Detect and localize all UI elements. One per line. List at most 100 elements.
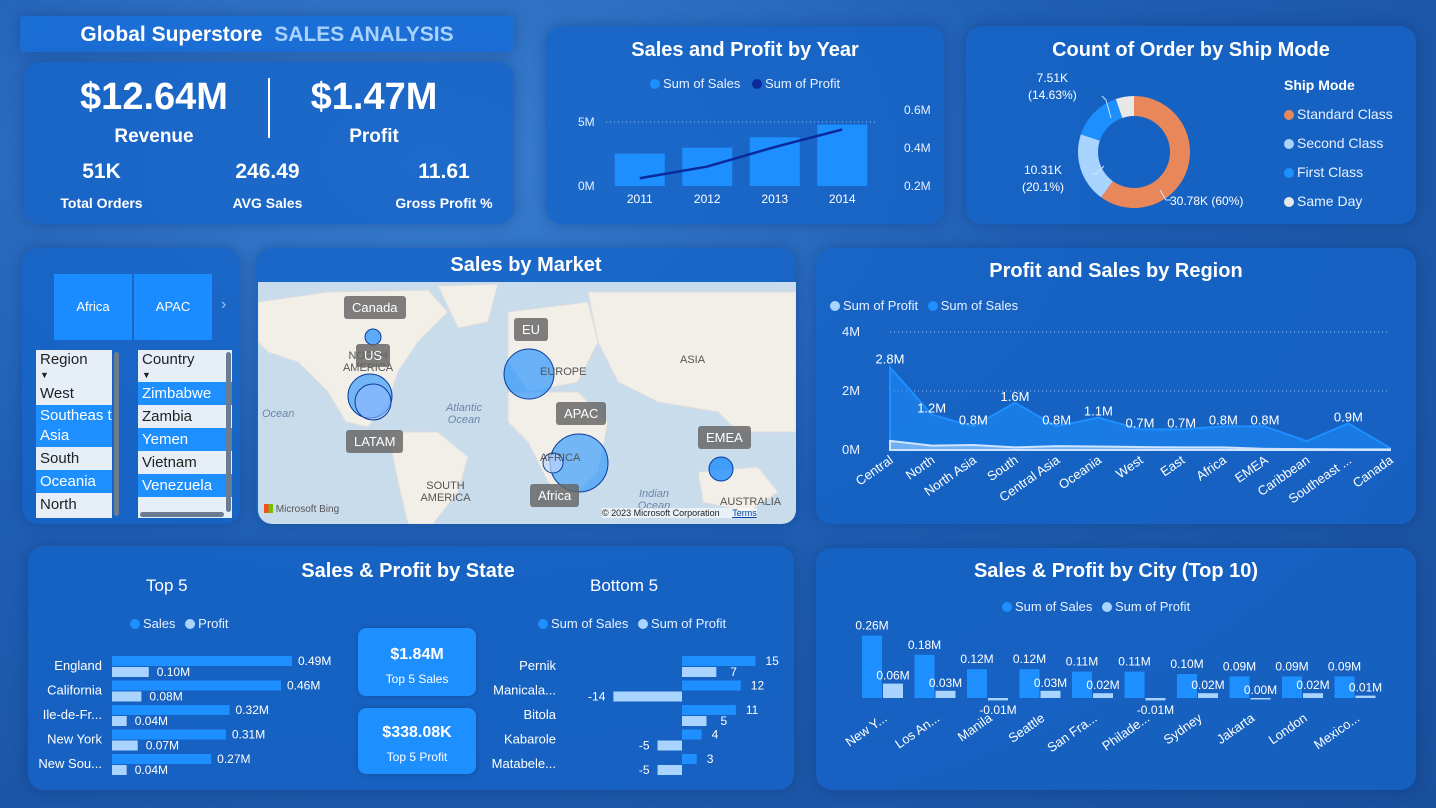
state-profit-bar[interactable]: [682, 716, 707, 726]
city-chart-svg: 0.26M 0.06M New Y... 0.18M 0.03M Los An... 0.1…: [842, 619, 1382, 756]
legend-dot: [1284, 110, 1294, 120]
region-item-west[interactable]: West: [36, 382, 112, 405]
country-scrollbar[interactable]: [226, 352, 231, 512]
x-tick-label: Manila: [955, 710, 996, 745]
data-label: 1.1M: [1084, 404, 1113, 419]
bubble-latam[interactable]: [354, 383, 392, 421]
geo-europe: EUROPE: [540, 366, 587, 378]
donut-slice[interactable]: [1080, 99, 1123, 141]
state-profit-bar[interactable]: [112, 716, 127, 726]
country-item-vietnam[interactable]: Vietnam: [138, 451, 232, 474]
country-item-venezuela[interactable]: Venezuela: [138, 474, 232, 497]
map-label-latam: LATAM: [346, 430, 404, 453]
dashboard-title: Global Superstore: [80, 23, 263, 46]
total-orders-label: Total Orders: [60, 195, 143, 211]
city-profit-bar[interactable]: [1040, 690, 1061, 698]
state-label: Ile-de-Fr...: [43, 707, 102, 722]
bubble-emea[interactable]: [708, 456, 734, 482]
y2-tick-label: 0.6M: [904, 103, 931, 117]
bing-brand: Microsoft Bing: [275, 504, 340, 515]
map-terms-link[interactable]: Terms: [732, 508, 757, 518]
ship-legend-standard: Standard Class: [1297, 106, 1393, 122]
sales-bar[interactable]: [614, 153, 665, 186]
city-profit-bar[interactable]: [935, 690, 956, 698]
city-profit-bar[interactable]: [1250, 698, 1271, 700]
region-chart-svg: 4M 2M 0M 2.8M 1.2M 0.8M 1.6M 0.8M 1.1M 0.7M 0.7M 0.…: [842, 324, 1396, 506]
sort-arrow-icon[interactable]: ▼: [40, 370, 49, 380]
region-item-southeast-asia[interactable]: Southeas t Asia: [36, 405, 112, 447]
state-label: Bitola: [523, 707, 556, 722]
state-sales-bar[interactable]: [682, 656, 756, 666]
country-hscrollbar[interactable]: [140, 512, 224, 517]
tile-next-arrow-icon[interactable]: ›: [221, 296, 226, 314]
country-header-label: Country: [142, 351, 195, 368]
city-profit-bar[interactable]: [1198, 693, 1218, 698]
data-label: 0.8M: [1251, 412, 1280, 427]
state-sales-bar[interactable]: [682, 680, 741, 691]
city-profit-bar[interactable]: [1093, 693, 1113, 698]
market-tile-apac[interactable]: APAC: [134, 274, 212, 340]
country-slicer-header[interactable]: Country ▼: [138, 350, 232, 382]
city-profit-bar[interactable]: [988, 698, 1008, 701]
region-item-south[interactable]: South: [36, 447, 112, 470]
ship-legend-item[interactable]: Second Class: [1284, 129, 1393, 158]
data-label: 0.32M: [236, 703, 269, 717]
state-sales-bar[interactable]: [112, 705, 230, 715]
region-slicer-header[interactable]: Region ▼: [36, 350, 112, 382]
sort-arrow-icon[interactable]: ▼: [142, 370, 151, 380]
data-label: 0.9M: [1334, 409, 1363, 424]
data-label: 0.8M: [959, 412, 988, 427]
donut-slice[interactable]: [1078, 134, 1113, 198]
country-slicer[interactable]: Country ▼ Zimbabwe Zambia Yemen Vietnam …: [138, 350, 232, 518]
ship-legend-item[interactable]: Standard Class: [1284, 100, 1393, 129]
state-profit-bar[interactable]: [112, 765, 127, 775]
state-sales-bar[interactable]: [682, 705, 736, 715]
data-label: 12: [751, 679, 765, 693]
region-slicer[interactable]: Region ▼ West Southeas t Asia South Ocea…: [36, 350, 112, 518]
state-profit-bar[interactable]: [657, 765, 683, 775]
ship-legend-sameday: Same Day: [1297, 193, 1363, 209]
country-item-zimbabwe[interactable]: Zimbabwe: [138, 382, 232, 405]
data-label: 0.8M: [1042, 412, 1071, 427]
state-profit-bar[interactable]: [112, 691, 142, 702]
bubble-canada[interactable]: [364, 328, 382, 346]
world-map[interactable]: NORTH AMERICA EUROPE ASIA AFRICA SOUTH A…: [258, 282, 796, 524]
ship-legend-item[interactable]: Same Day: [1284, 187, 1393, 216]
legend-dot: [1284, 139, 1294, 149]
sales-area[interactable]: [889, 364, 1391, 451]
profit-line[interactable]: [639, 128, 843, 180]
state-profit-bar[interactable]: [112, 667, 149, 677]
state-sales-bar[interactable]: [682, 729, 702, 740]
data-label: 0.10M: [1170, 657, 1203, 671]
country-item-zambia[interactable]: Zambia: [138, 405, 232, 428]
geo-africa: AFRICA: [540, 452, 581, 464]
ocean-pacific: Ocean: [262, 408, 295, 420]
data-label: 0.11M: [1118, 655, 1150, 669]
data-label: 0.02M: [1191, 678, 1224, 692]
country-item-yemen[interactable]: Yemen: [138, 428, 232, 451]
region-item-north[interactable]: North: [36, 493, 112, 516]
city-sales-bar[interactable]: [862, 635, 882, 698]
city-sales-bar[interactable]: [1124, 671, 1145, 698]
state-profit-bar[interactable]: [682, 667, 717, 677]
sales-bar[interactable]: [749, 137, 800, 186]
market-tile-africa[interactable]: Africa: [54, 274, 132, 340]
region-item-oceania[interactable]: Oceania: [36, 470, 112, 493]
city-profit-bar[interactable]: [1303, 693, 1323, 698]
city-profit-bar[interactable]: [1145, 698, 1166, 701]
region-scrollbar[interactable]: [114, 352, 119, 516]
state-profit-bar[interactable]: [112, 740, 138, 751]
y-tick-label: 0M: [842, 442, 860, 457]
state-sales-bar[interactable]: [112, 680, 281, 691]
city-profit-bar[interactable]: [883, 683, 903, 698]
state-profit-bar[interactable]: [613, 691, 682, 702]
city-profit-bar[interactable]: [1355, 695, 1376, 698]
state-profit-bar[interactable]: [657, 740, 683, 751]
state-sales-bar[interactable]: [112, 656, 292, 666]
city-sales-bar[interactable]: [967, 669, 987, 698]
ship-legend-item[interactable]: First Class: [1284, 158, 1393, 187]
state-sales-bar[interactable]: [682, 754, 697, 764]
revenue-value: $12.64M: [80, 76, 228, 118]
bing-logo-icon: [264, 504, 273, 513]
data-label: 1.2M: [917, 401, 946, 416]
